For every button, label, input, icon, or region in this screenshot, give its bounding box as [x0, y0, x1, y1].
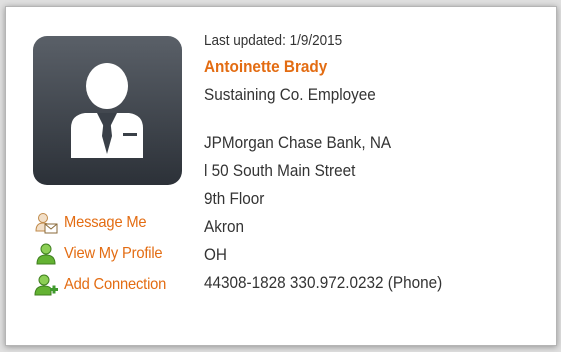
- message-me-label[interactable]: Message Me: [64, 214, 147, 232]
- person-silhouette-icon: [71, 63, 143, 158]
- company-name: JPMorgan Chase Bank, NA: [204, 133, 392, 152]
- zip-and-phone: 44308-1828 330.972.0232 (Phone): [204, 273, 443, 292]
- address-line-2: 9th Floor: [204, 189, 265, 208]
- view-profile-link[interactable]: View My Profile: [34, 238, 175, 269]
- avatar: [33, 36, 182, 185]
- city: Akron: [204, 217, 244, 236]
- user-add-icon: [34, 273, 58, 297]
- last-updated: Last updated: 1/9/2015: [204, 32, 343, 49]
- state: OH: [204, 245, 227, 264]
- user-envelope-icon: [34, 211, 58, 235]
- add-connection-link[interactable]: Add Connection: [34, 269, 175, 300]
- profile-card: Message Me View My Profile Add Connectio…: [5, 6, 557, 346]
- view-profile-label[interactable]: View My Profile: [64, 245, 163, 263]
- profile-info: Last updated: 1/9/2015 Antoinette Brady …: [204, 29, 469, 297]
- address-line-1: l 50 South Main Street: [204, 161, 356, 180]
- member-type: Sustaining Co. Employee: [204, 85, 376, 104]
- profile-name[interactable]: Antoinette Brady: [204, 53, 442, 81]
- message-me-link[interactable]: Message Me: [34, 207, 175, 238]
- profile-actions: Message Me View My Profile Add Connectio…: [34, 207, 175, 300]
- user-icon: [34, 242, 58, 266]
- add-connection-label[interactable]: Add Connection: [64, 276, 166, 294]
